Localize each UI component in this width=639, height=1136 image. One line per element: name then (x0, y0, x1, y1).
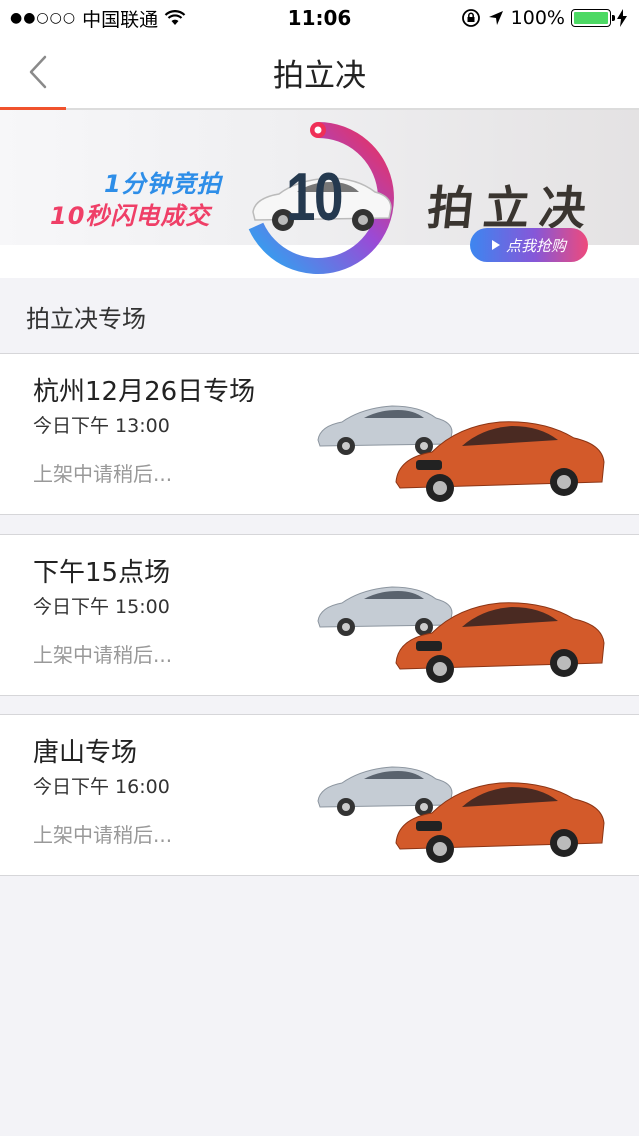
promo-line-2: 10秒闪电成交 (50, 202, 211, 230)
back-button[interactable] (18, 50, 58, 94)
session-status: 上架中请稍后... (33, 823, 173, 847)
navigation-bar: 拍立决 (0, 36, 639, 108)
session-status: 上架中请稍后... (33, 643, 173, 667)
countdown-number: 10 (286, 159, 343, 235)
session-card[interactable]: 杭州12月26日专场 今日下午 13:00 上架中请稍后... (0, 353, 639, 515)
carrier-name: 中国联通 (82, 8, 159, 31)
cars-thumbnail (317, 405, 605, 502)
signal-strength-icon: ●●○○○ (10, 10, 77, 26)
session-card[interactable]: 唐山专场 今日下午 16:00 上架中请稍后... (0, 714, 639, 876)
orientation-lock-icon (461, 9, 480, 27)
chevron-left-icon (29, 55, 47, 89)
cars-thumbnail (317, 766, 605, 863)
session-time: 今日下午 16:00 (33, 776, 170, 798)
buy-now-button[interactable]: 点我抢购 (470, 228, 588, 262)
session-time: 今日下午 15:00 (33, 596, 170, 618)
charging-bolt-icon (617, 9, 627, 27)
status-bar: ●●○○○ 中国联通 11:06 100% (0, 0, 639, 36)
session-time: 今日下午 13:00 (33, 415, 170, 437)
section-title: 拍立决专场 (26, 304, 146, 333)
section-header: 拍立决专场 (0, 278, 639, 354)
session-name: 下午15点场 (33, 558, 171, 588)
session-status: 上架中请稍后... (33, 462, 173, 486)
page-title: 拍立决 (273, 57, 366, 94)
battery-percentage: 100% (510, 7, 565, 29)
battery-icon (571, 9, 615, 27)
wifi-icon (164, 10, 186, 25)
play-icon (491, 240, 500, 250)
session-name: 杭州12月26日专场 (33, 377, 256, 407)
session-name: 唐山专场 (33, 738, 138, 768)
promo-line-1: 1分钟竞拍 (104, 170, 222, 198)
session-card[interactable]: 下午15点场 今日下午 15:00 上架中请稍后... (0, 534, 639, 696)
location-arrow-icon (488, 11, 503, 25)
cars-thumbnail (317, 586, 605, 683)
buy-now-label: 点我抢购 (505, 236, 566, 255)
